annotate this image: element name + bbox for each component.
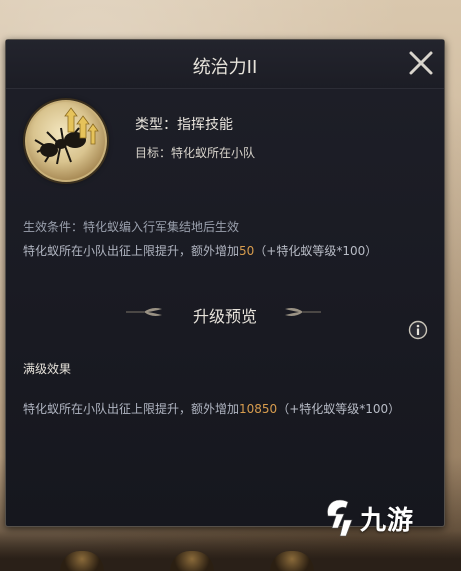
watermark-text: 九游 — [360, 506, 415, 536]
jiuyou-logo-icon — [327, 499, 353, 537]
max-effect-prefix: 特化蚁所在小队出征上限提升，额外增加 — [23, 402, 240, 416]
max-effect-suffix: （+特化蚁等级*100） — [277, 402, 401, 416]
upgrade-preview-heading: 升级预览 — [192, 307, 257, 326]
panel-title: 统治力II — [192, 57, 258, 78]
info-icon[interactable] — [408, 320, 428, 340]
bottom-orb — [170, 551, 214, 571]
bottom-orb — [60, 551, 104, 571]
jiuyou-watermark: 九游 — [322, 496, 432, 542]
max-effect-value: 10850 — [239, 402, 278, 416]
activation-condition: 生效条件：特化蚁编入行军集结地后生效 — [23, 220, 240, 234]
skill-detail-panel: 统治力II 类型：指挥技能 目标：特化蚁所在小队 生效条件：特化蚁编入行军集结地… — [5, 39, 445, 527]
effect-suffix: （+特化蚁等级*100） — [254, 244, 378, 258]
ornament-right-icon — [285, 308, 321, 316]
effect-prefix: 特化蚁所在小队出征上限提升，额外增加 — [23, 244, 240, 258]
close-icon[interactable] — [406, 48, 436, 78]
ant-upgrade-icon — [25, 100, 107, 182]
bottom-orb — [270, 551, 314, 571]
title-bar: 统治力II — [6, 40, 444, 89]
current-effect: 特化蚁所在小队出征上限提升，额外增加50（+特化蚁等级*100） — [23, 242, 377, 259]
max-level-label: 满级效果 — [23, 362, 72, 376]
skill-type: 类型：指挥技能 — [135, 117, 233, 133]
effect-value: 50 — [239, 244, 255, 258]
max-level-effect: 特化蚁所在小队出征上限提升，额外增加10850（+特化蚁等级*100） — [23, 400, 400, 417]
skill-target: 目标：特化蚁所在小队 — [135, 146, 256, 160]
